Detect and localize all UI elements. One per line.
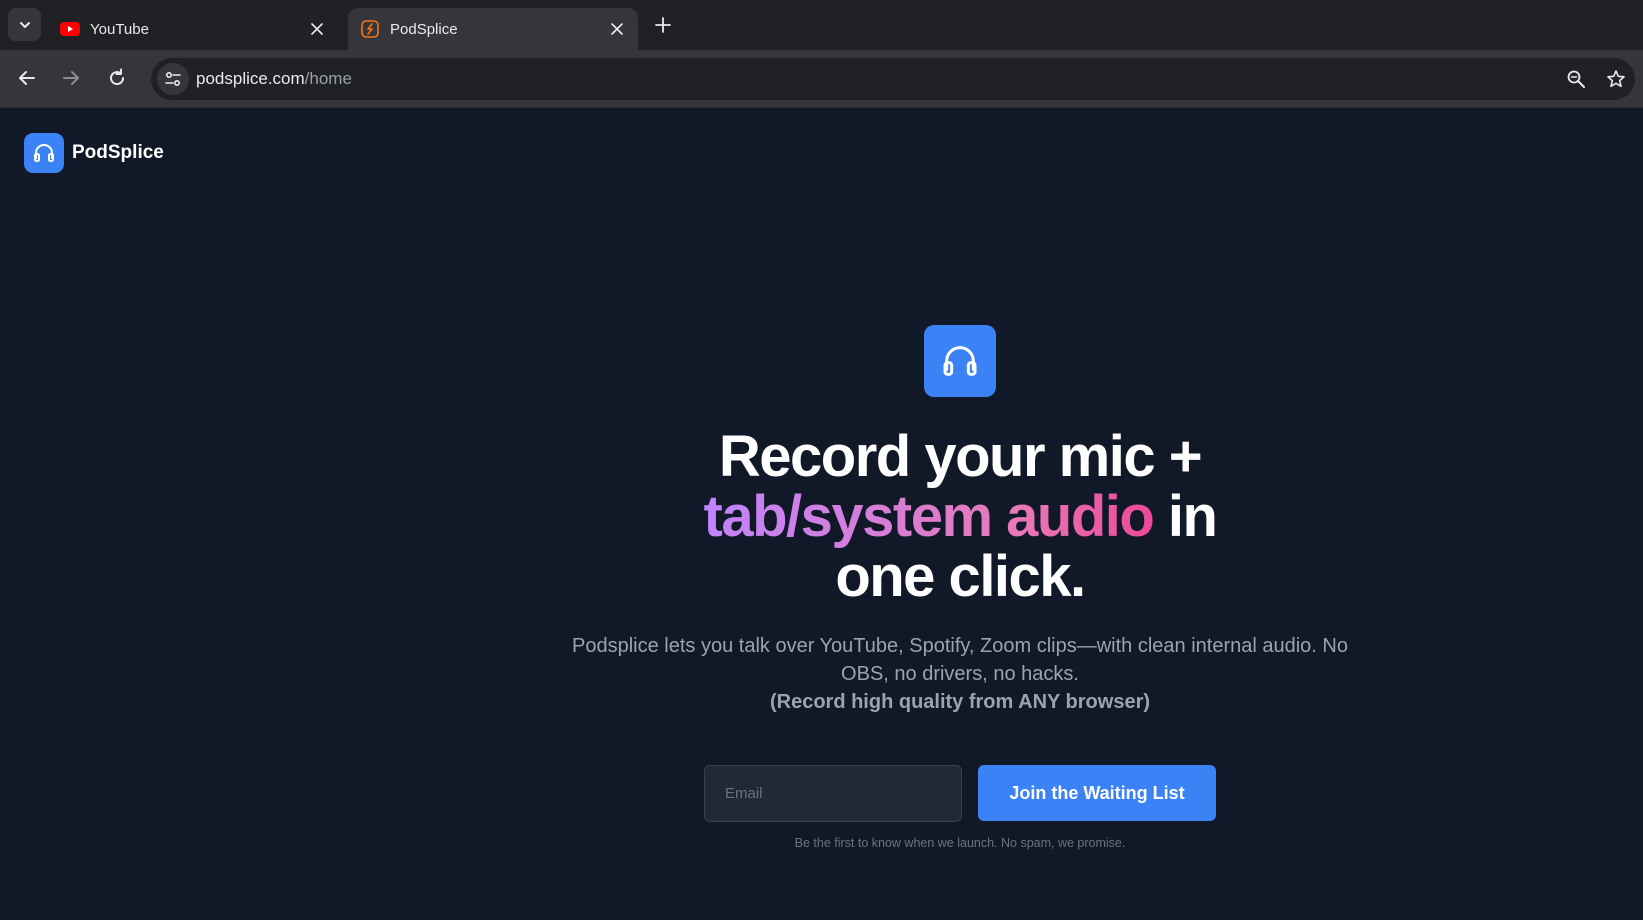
arrow-left-icon [19,71,35,85]
arrow-right-icon [63,71,79,85]
page-content: PodSplice Record your mic + tab/system au… [0,109,1643,920]
youtube-icon [60,21,80,37]
address-bar[interactable]: podsplice.com/home [151,58,1635,100]
reload-button[interactable] [104,65,130,91]
new-tab-button[interactable] [652,14,674,36]
chevron-down-icon [19,21,30,28]
url-path: /home [304,69,352,88]
tab-title: PodSplice [390,21,458,38]
headline-line-1: Record your mic + [718,424,1203,489]
back-button[interactable] [14,65,40,91]
tab-podsplice[interactable]: PodSplice [348,8,638,50]
hero-description-bold: (Record high quality from ANY browser) [769,691,1151,713]
browser-toolbar: podsplice.com/home [0,50,1643,108]
bookmark-star-icon[interactable] [1605,68,1627,90]
headline-line-2-end: in [1153,484,1218,549]
podsplice-favicon [360,20,380,38]
close-tab-icon[interactable] [608,20,626,38]
zoom-icon[interactable] [1565,68,1587,90]
site-info-button[interactable] [157,63,189,95]
headline-highlight: tab/system audio [703,484,1155,549]
hero-description-text: Podsplice lets you talk over YouTube, Sp… [572,635,1348,685]
url-host: podsplice.com [196,69,305,88]
browser-tab-strip: YouTube PodSplice [0,0,1643,50]
signup-note: Be the first to know when we launch. No … [794,836,1126,850]
forward-button[interactable] [58,65,84,91]
join-waitlist-button[interactable]: Join the Waiting List [978,765,1216,821]
reload-icon [110,68,125,86]
hero-description: Podsplice lets you talk over YouTube, Sp… [560,632,1360,716]
hero-headline: Record your mic + tab/system audio in one … [560,427,1360,607]
plus-icon [655,17,671,33]
tune-icon [165,71,181,87]
headphones-icon [24,133,64,173]
email-field[interactable] [704,765,962,822]
brand-logo-link[interactable]: PodSplice [24,133,164,173]
close-tab-icon[interactable] [308,20,326,38]
tab-youtube[interactable]: YouTube [48,8,338,50]
tab-title: YouTube [90,21,149,38]
brand-name: PodSplice [72,142,164,163]
headline-line-3: one click. [835,544,1086,609]
url-text: podsplice.com/home [196,69,352,89]
tab-search-button[interactable] [8,8,41,41]
headphones-icon [924,325,996,397]
